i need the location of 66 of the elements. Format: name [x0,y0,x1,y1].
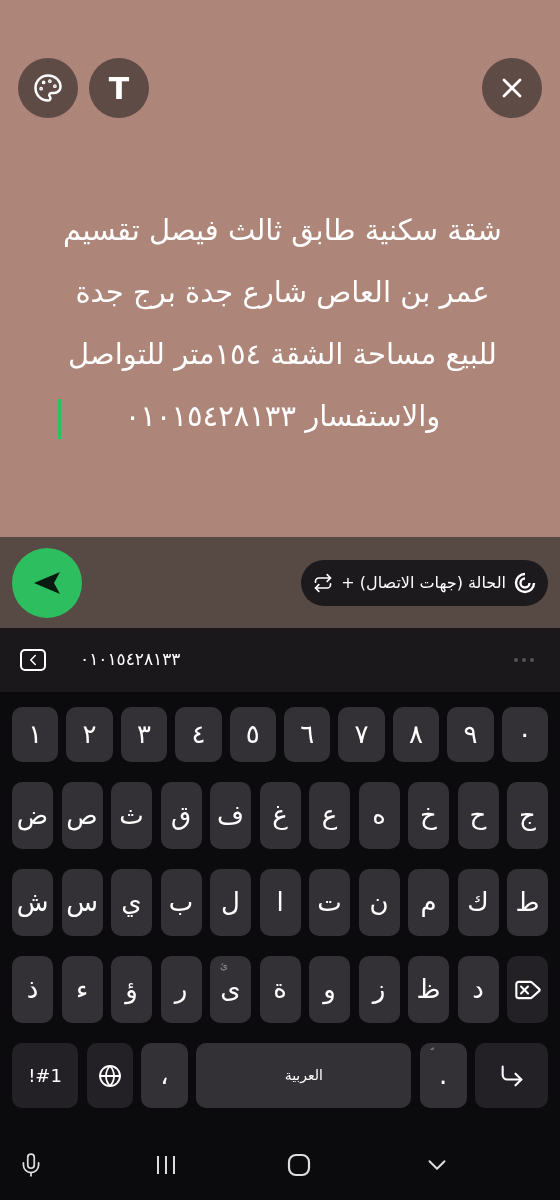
send-icon [34,571,60,594]
keyboard-key[interactable]: ئ ى [210,956,251,1023]
keyboard-key[interactable]: ٠ [501,707,548,762]
globe-icon [97,1063,122,1088]
key-hint: ئ [220,959,228,973]
keyboard-key[interactable]: ٢ [66,707,113,762]
keyboard-key[interactable]: ١ [11,707,59,762]
language-key[interactable] [86,1043,133,1108]
enter-key[interactable] [475,1043,548,1108]
home-icon[interactable] [287,1153,312,1177]
status-text: شقة سكنية طابق ثالث فيصل تقسيم عمر بن العاص شارع جدة برج جدة للبيع مساحة الشقة ١٥٤متر للتواصل والاستفسار ٠١٠١٥٤٢٨١٣٣ [63,211,502,435]
keyboard-key[interactable]: ء [61,956,103,1023]
keyboard-key[interactable]: ب [160,869,202,936]
palette-button[interactable] [18,58,78,118]
keyboard-key[interactable]: ع [309,782,350,849]
symbols-key[interactable]: !#1 [12,1043,78,1108]
repeat-icon [313,572,334,593]
keyboard-key[interactable]: ٨ [392,707,440,762]
keyboard-key[interactable]: ط [507,869,548,936]
text-style-button[interactable]: T [89,58,149,118]
keyboard-key[interactable]: س [61,869,103,936]
keyboard-key[interactable]: ؤ [111,956,152,1023]
keyboard-key[interactable]: ، [141,1043,188,1108]
keyboard-key[interactable]: ة [259,956,301,1023]
keyboard-key[interactable]: ق [160,782,202,849]
keyboard-key[interactable]: ص [61,782,103,849]
keyboard-key[interactable]: ك [457,869,499,936]
toolbar-toggle-icon [20,649,46,671]
recent-apps-icon[interactable] [154,1154,177,1176]
palette-icon [33,73,63,103]
audience-chip[interactable]: الحالة (جهات الاتصال) + [301,559,548,606]
keyboard-key[interactable]: خ [408,782,449,849]
keyboard-key[interactable]: ذ [12,956,53,1023]
keyboard-key[interactable]: ض [12,782,53,849]
keyboard-key[interactable]: ٧ [338,707,385,762]
keyboard-key[interactable]: ا [259,869,301,936]
keyboard-key[interactable]: م [408,869,449,936]
keyboard-key[interactable]: ظ [408,956,449,1023]
text-cursor [58,398,62,439]
keyboard-key[interactable]: ر [160,956,202,1023]
audience-label: الحالة (جهات الاتصال) + [341,571,506,595]
keyboard-key[interactable]: ه [358,782,400,849]
keyboard-key[interactable]: ت [309,869,350,936]
keyboard-key[interactable]: ن [358,869,400,936]
keyboard-key[interactable]: ف [210,782,251,849]
keyboard-key[interactable]: د [457,956,499,1023]
keyboard-key[interactable]: ّ . [419,1043,467,1108]
keyboard-key[interactable]: ح [457,782,499,849]
keyboard-key[interactable]: ش [12,869,53,936]
keyboard-key[interactable]: ج [507,782,548,849]
keyboard-key[interactable]: ٦ [283,707,331,762]
keyboard-key[interactable]: و [309,956,350,1023]
keyboard-key[interactable]: ٣ [120,707,168,762]
keyboard-key[interactable]: ي [111,869,152,936]
suggestion-chip[interactable]: ٠١٠١٥٤٢٨١٣٣ [80,647,181,673]
keyboard-key[interactable]: ز [358,956,400,1023]
space-key[interactable]: العربية [196,1043,412,1108]
keyboard-key[interactable]: ٥ [229,707,276,762]
keyboard-key[interactable]: ٤ [175,707,222,762]
status-icon [514,571,536,594]
keyboard-key[interactable]: ل [210,869,251,936]
keyboard-key[interactable]: غ [259,782,301,849]
close-button[interactable] [482,58,542,118]
keyboard-key[interactable]: ٩ [447,707,494,762]
backspace-key[interactable] [507,956,548,1023]
keyboard-key[interactable]: ث [111,782,152,849]
